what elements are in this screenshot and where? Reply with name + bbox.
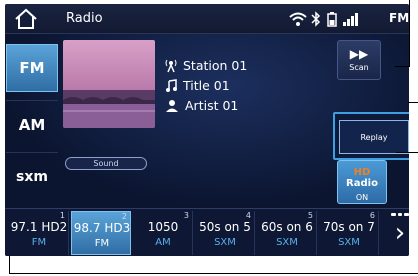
preset-frequency: 98.7 HD3 bbox=[73, 221, 131, 235]
preset-band: FM bbox=[31, 237, 47, 248]
hd-radio-button[interactable]: HD Radio ON bbox=[337, 160, 387, 204]
replay-label: Replay bbox=[360, 132, 388, 142]
artist-name: Artist 01 bbox=[185, 98, 239, 113]
radio-screen: Radio FM FM AM sxm Station 01 Title 01 A… bbox=[5, 4, 409, 256]
page-title: Radio bbox=[66, 11, 103, 26]
album-art bbox=[63, 40, 155, 128]
artist-row: Artist 01 bbox=[165, 98, 238, 113]
preset-band: SXM bbox=[214, 237, 236, 248]
signal-icon bbox=[343, 13, 358, 26]
source-am-button[interactable]: AM bbox=[6, 100, 58, 148]
status-bar: Radio FM bbox=[5, 4, 409, 34]
preset-1[interactable]: 1 97.1 HD2 FM bbox=[9, 211, 69, 255]
hd-radio-mark: HD bbox=[353, 167, 371, 178]
fast-forward-icon: ▶▶ bbox=[349, 47, 369, 61]
preset-6[interactable]: 6 70s on 7 SXM bbox=[319, 211, 379, 255]
preset-frequency: 50s on 5 bbox=[199, 220, 251, 234]
callout-line-top bbox=[409, 0, 410, 66]
preset-number: 1 bbox=[59, 211, 65, 220]
signal-label: FM bbox=[389, 11, 409, 25]
figure-frame: Radio FM FM AM sxm Station 01 Title 01 A… bbox=[0, 0, 418, 276]
callout-line-bottom-h bbox=[9, 273, 418, 274]
replay-button[interactable]: Replay bbox=[339, 120, 409, 154]
preset-2[interactable]: 2 98.7 HD3 FM bbox=[71, 211, 131, 255]
scan-button[interactable]: ▶▶ Scan bbox=[337, 40, 381, 80]
bluetooth-icon bbox=[311, 11, 321, 27]
music-note-icon bbox=[166, 78, 177, 92]
hd-radio-state: ON bbox=[355, 193, 369, 202]
next-presets-button[interactable]: › bbox=[391, 211, 409, 255]
preset-4[interactable]: 4 50s on 5 SXM bbox=[195, 211, 255, 255]
preset-band: SXM bbox=[276, 237, 298, 248]
preset-bar: 1 97.1 HD2 FM 2 98.7 HD3 FM 3 1050 AM 4 … bbox=[5, 208, 409, 256]
preset-5[interactable]: 5 60s on 6 SXM bbox=[257, 211, 317, 255]
title-row: Title 01 bbox=[165, 78, 230, 93]
preset-frequency: 1050 bbox=[147, 220, 179, 234]
track-title: Title 01 bbox=[183, 78, 230, 93]
source-am-label: AM bbox=[18, 115, 46, 134]
hd-radio-logo: HD Radio bbox=[338, 167, 386, 189]
chevron-right-icon: › bbox=[394, 218, 406, 248]
wifi-icon bbox=[289, 12, 307, 26]
callout-line-replay bbox=[408, 102, 418, 103]
source-fm-button[interactable]: FM bbox=[6, 44, 58, 92]
preset-frequency: 70s on 7 bbox=[323, 220, 375, 234]
preset-number: 6 bbox=[369, 211, 375, 220]
hd-radio-label: Radio bbox=[346, 178, 378, 189]
radio-tower-icon bbox=[165, 59, 177, 72]
main-panel: FM AM sxm Station 01 Title 01 Artist 01 … bbox=[5, 34, 409, 236]
callout-line-scan bbox=[395, 66, 410, 67]
preset-number: 4 bbox=[245, 211, 251, 220]
source-sxm-button[interactable]: sxm bbox=[6, 152, 58, 200]
preset-number: 3 bbox=[183, 211, 189, 220]
artist-icon bbox=[166, 99, 178, 112]
home-icon[interactable] bbox=[13, 8, 39, 30]
preset-band: FM bbox=[94, 238, 110, 249]
preset-3[interactable]: 3 1050 AM bbox=[133, 211, 193, 255]
preset-band: SXM bbox=[338, 237, 360, 248]
source-fm-label: FM bbox=[19, 59, 45, 77]
station-name: Station 01 bbox=[183, 58, 248, 73]
preset-frequency: 60s on 6 bbox=[261, 220, 313, 234]
sound-label: Sound bbox=[93, 159, 119, 168]
sound-button[interactable]: Sound bbox=[65, 157, 147, 170]
battery-icon bbox=[327, 12, 337, 27]
preset-band: AM bbox=[155, 237, 171, 248]
scan-label: Scan bbox=[349, 63, 369, 72]
callout-line-bottom bbox=[9, 256, 10, 274]
preset-number: 2 bbox=[121, 212, 127, 221]
preset-number: 5 bbox=[307, 211, 313, 220]
preset-frequency: 97.1 HD2 bbox=[10, 220, 68, 234]
callout-line-hdradio bbox=[396, 152, 418, 153]
source-sxm-label: sxm bbox=[16, 168, 48, 185]
station-row: Station 01 bbox=[165, 58, 247, 73]
